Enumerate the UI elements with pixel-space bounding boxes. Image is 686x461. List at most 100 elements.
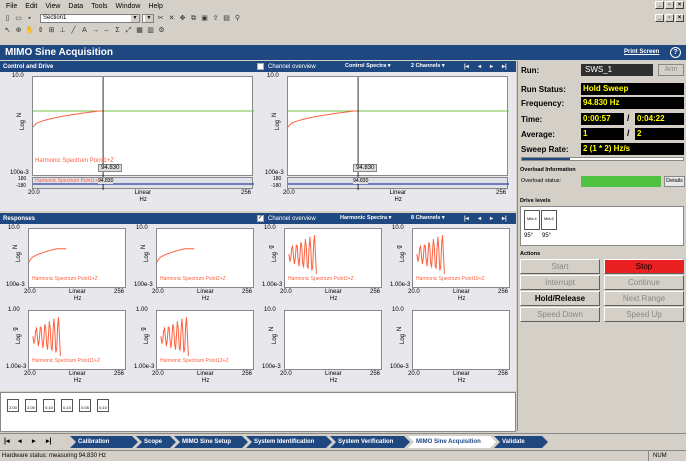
x-unit-label: Hz [139,197,147,203]
next-range-button[interactable]: Next Range [604,291,684,306]
section-select[interactable]: Section1 ▼ [40,13,140,23]
cursor-icon[interactable]: ↖ [3,26,12,35]
first-page-icon[interactable]: |◂ [464,215,469,222]
restore-icon[interactable]: ▫ [665,14,674,22]
control-spectra-select[interactable]: Control Spectra ▾ [345,63,391,69]
menu-tools[interactable]: Tools [87,3,111,10]
print-icon[interactable]: ▤ [222,14,231,23]
channel-gauge[interactable]: 0.10 [43,399,55,412]
next-page-icon[interactable]: ▸ [490,63,493,70]
pin-icon[interactable]: ⚲ [233,14,242,23]
next-page-icon[interactable]: ▸ [490,215,493,222]
x-min-label: 20.0 [24,289,36,295]
last-page-icon[interactable]: ▸| [502,215,507,222]
grid-icon[interactable]: ⊞ [47,26,56,35]
y-unit-label: N [397,326,404,332]
export-icon[interactable]: ⇪ [211,14,220,23]
menu-help[interactable]: Help [144,3,166,10]
restore-icon[interactable]: ▫ [665,1,674,9]
dash-icon[interactable]: – [102,26,111,35]
x-axis-label: Linear [69,371,86,377]
plot-area[interactable] [412,310,510,370]
new-icon[interactable]: ▯ [3,14,12,23]
close-icon[interactable]: × [675,1,684,9]
channel-overview-checkbox[interactable] [257,63,264,70]
last-page-icon[interactable]: ▸| [502,63,507,70]
workflow-step[interactable]: System Verification [330,436,410,448]
speed-down-button[interactable]: Speed Down [520,307,600,322]
paste-icon[interactable]: ▣ [200,14,209,23]
stats-icon[interactable]: Σ [113,26,122,35]
arrow-icon[interactable]: → [91,26,100,35]
expand-icon[interactable]: ⤢ [124,26,133,35]
control-channels-select[interactable]: 2 Channels ▾ [411,63,445,69]
workflow-step[interactable]: Scope [136,436,176,448]
menu-file[interactable]: File [2,3,21,10]
marker-icon[interactable]: ⊥ [58,26,67,35]
menu-data[interactable]: Data [64,3,87,10]
text-icon[interactable]: A [80,26,89,35]
start-button[interactable]: Start [520,259,600,274]
open-icon[interactable]: ▭ [14,14,23,23]
close-icon[interactable]: × [675,14,684,22]
save-icon[interactable]: ▪ [25,14,34,23]
workflow-step[interactable]: Validate [494,436,548,448]
delete-icon[interactable]: ✕ [167,14,176,23]
stop-button[interactable]: Stop [604,259,684,274]
cursor-marker: 94.830 [353,164,378,172]
channel-gauge[interactable]: 0.10 [97,399,109,412]
response-channels-select[interactable]: 8 Channels ▾ [411,215,445,221]
minimize-icon[interactable]: _ [655,1,664,9]
continue-button[interactable]: Continue [604,275,684,290]
drive-channel-2[interactable]: Mfa:2 [541,210,557,230]
interrupt-button[interactable]: Interrupt [520,275,600,290]
table-icon[interactable]: ▦ [135,26,144,35]
section-options-select[interactable]: ▼ [142,13,154,23]
workflow-step[interactable]: MIMO Sine Acquisition [408,436,496,448]
line-icon[interactable]: ╱ [69,26,78,35]
workflow-step[interactable]: MIMO Sine Setup [174,436,248,448]
settings-icon[interactable]: ⚙ [157,26,166,35]
hardware-status-text: Hardware status: measuring 94.830 Hz [2,453,107,459]
hold-release-button[interactable]: Hold/Release [520,291,600,306]
nav-prev-icon[interactable]: ◂ [18,437,22,445]
cut-icon[interactable]: ✂ [156,14,165,23]
drive-channel-1[interactable]: Mfa:1 [524,210,540,230]
channel-gauge[interactable]: 0.05 [79,399,91,412]
print-screen-link[interactable]: Print Screen [624,49,659,55]
prev-page-icon[interactable]: ◂ [478,63,481,70]
channel-gauge[interactable]: 2.00 [25,399,37,412]
response-channel-overview-checkbox[interactable]: ✓ [257,215,264,222]
plot-area[interactable] [284,310,382,370]
menu-window[interactable]: Window [112,3,145,10]
workflow-step[interactable]: System Identification [246,436,332,448]
y-axis-label: Log [144,333,151,345]
minimize-icon[interactable]: _ [655,14,664,22]
help-icon[interactable]: ? [670,47,681,58]
nav-last-icon[interactable]: ▸| [46,437,51,445]
nav-next-icon[interactable]: ▸ [32,437,36,445]
hand-icon[interactable]: ✋ [25,26,34,35]
nav-first-icon[interactable]: |◂ [4,437,9,445]
menu-view[interactable]: View [41,3,64,10]
app-window-controls: _ ▫ × [655,1,684,9]
channel-gauge[interactable]: 0.10 [61,399,73,412]
menu-edit[interactable]: Edit [21,3,41,10]
plot-area[interactable] [287,76,509,177]
arm-button[interactable]: Arm [658,64,684,76]
phase-plot[interactable] [287,177,509,190]
channel-gauge[interactable]: 2.00 [7,399,19,412]
scale-icon[interactable]: ⇕ [36,26,45,35]
prev-page-icon[interactable]: ◂ [478,215,481,222]
details-button[interactable]: Details [664,176,685,187]
zoom-icon[interactable]: ⊕ [14,26,23,35]
layout-icon[interactable]: ▥ [146,26,155,35]
speed-up-button[interactable]: Speed Up [604,307,684,322]
first-page-icon[interactable]: |◂ [464,63,469,70]
workflow-step[interactable]: Calibration [70,436,138,448]
copy-icon[interactable]: ⧉ [189,14,198,23]
harmonic-spectra-select[interactable]: Harmonic Spectra ▾ [340,215,391,221]
x-min-label: 20.0 [408,289,420,295]
worksheet-title-bar: MIMO Sine Acquisition Print Screen ? [0,45,686,60]
move-icon[interactable]: ✥ [178,14,187,23]
